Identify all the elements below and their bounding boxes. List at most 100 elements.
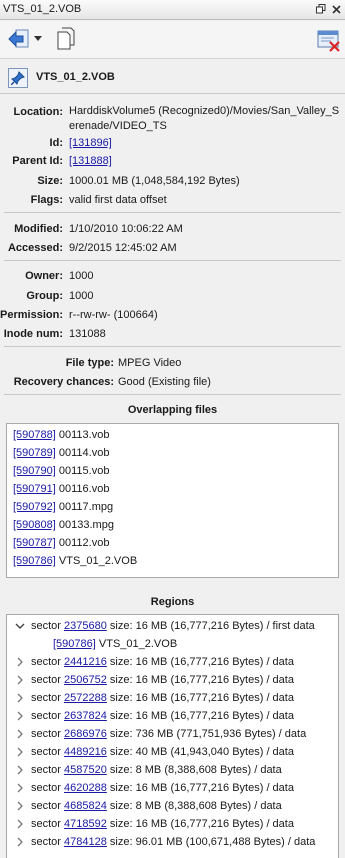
chevron-right-icon[interactable] [15,747,25,757]
overlapping-files-title: Overlapping files [127,404,218,416]
list-item: [590792] 00117.mpg [13,501,113,519]
tree-row[interactable]: sector 2506752 size: 16 MB (16,777,216 B… [7,672,338,690]
id-link[interactable]: [131896] [69,137,112,149]
location-label: Location: [13,106,64,118]
restore-icon[interactable] [314,2,328,16]
file-id-link[interactable]: [590787] [13,537,56,549]
sector-link[interactable]: 2572288 [64,692,107,704]
file-name: 00117.mpg [58,501,114,513]
filetype-value: MPEG Video [118,357,182,369]
region-desc: size: 16 MB (16,777,216 Bytes) / data [109,674,294,686]
group-row: Group: 1000 [0,288,345,304]
owner-value: 1000 [69,270,94,282]
tree-row[interactable]: sector 4784128 size: 96.01 MB (100,671,4… [7,834,338,852]
sector-link[interactable]: 2441216 [64,656,107,668]
chevron-right-icon[interactable] [15,729,25,739]
tree-row[interactable]: sector 4620288 size: 16 MB (16,777,216 B… [7,780,338,798]
accessed-row: Accessed: 9/2/2015 12:45:02 AM [0,240,345,256]
divider [4,394,341,395]
permission-value: r--rw-rw- (100664) [69,309,158,321]
sector-link[interactable]: 4718592 [64,818,107,830]
sector-word: sector [31,674,61,686]
accessed-value: 9/2/2015 12:45:02 AM [69,242,177,254]
size-value: 1000.01 MB (1,048,584,192 Bytes) [69,175,240,187]
chevron-right-icon[interactable] [15,657,25,667]
list-item: [590808] 00133.mpg [13,519,114,537]
tree-row[interactable]: sector 4718592 size: 16 MB (16,777,216 B… [7,816,338,834]
file-id-link[interactable]: [590786] [53,638,96,650]
inode-label: Inode num: [3,328,63,340]
sector-word: sector [31,692,61,704]
sector-link[interactable]: 4784128 [64,836,107,848]
flags-row: Flags: valid first data offset [0,192,345,208]
chevron-right-icon[interactable] [15,693,25,703]
file-name: 00114.vob [58,447,110,459]
file-id-link[interactable]: [590808] [13,519,56,531]
parent-id-label: Parent Id: [12,155,63,167]
sector-link[interactable]: 2637824 [64,710,107,722]
inode-row: Inode num: 131088 [0,326,345,342]
filetype-row: File type: MPEG Video [0,355,345,371]
sector-link[interactable]: 4685824 [64,800,107,812]
history-dropdown-button[interactable] [33,33,43,45]
close-icon[interactable] [329,2,343,16]
owner-row: Owner: 1000 [0,268,345,284]
file-id-link[interactable]: [590786] [13,555,56,567]
tree-row[interactable]: sector 2441216 size: 16 MB (16,777,216 B… [7,654,338,672]
file-id-link[interactable]: [590791] [13,483,56,495]
tree-row[interactable]: sector 4587520 size: 8 MB (8,388,608 Byt… [7,762,338,780]
modified-value: 1/10/2010 10:06:22 AM [69,223,183,235]
owner-label: Owner: [25,270,63,282]
tree-row[interactable]: sector 2637824 size: 16 MB (16,777,216 B… [7,708,338,726]
chevron-right-icon[interactable] [15,837,25,847]
chevron-down-icon[interactable] [15,621,25,631]
region-desc: size: 16 MB (16,777,216 Bytes) / data [109,782,294,794]
back-button[interactable] [6,26,32,52]
file-name: 00113.vob [58,429,110,441]
sector-link[interactable]: 4587520 [64,764,107,776]
filetype-label: File type: [65,357,114,369]
chevron-right-icon[interactable] [15,675,25,685]
sector-link[interactable]: 4489216 [64,746,107,758]
regions-tree[interactable]: sector 2375680 size: 16 MB (16,777,216 B… [6,614,339,858]
file-id-link[interactable]: [590790] [13,465,56,477]
recovery-label: Recovery chances: [13,376,114,388]
tree-row[interactable]: sector 2686976 size: 736 MB (771,751,936… [7,726,338,744]
group-label: Group: [26,290,63,302]
sector-link[interactable]: 2506752 [64,674,107,686]
sector-link[interactable]: 4620288 [64,782,107,794]
file-name: 00112.vob [58,537,110,549]
chevron-right-icon[interactable] [15,711,25,721]
chevron-right-icon[interactable] [15,819,25,829]
tree-row[interactable]: sector 4489216 size: 40 MB (41,943,040 B… [7,744,338,762]
group-value: 1000 [69,290,94,302]
close-panel-button[interactable] [316,27,342,53]
region-desc: size: 736 MB (771,751,936 Bytes) / data [109,728,307,740]
regions-title: Regions [150,596,195,608]
overlapping-files-list[interactable]: [590788] 00113.vob [590789] 00114.vob [5… [6,423,339,578]
file-id-link[interactable]: [590788] [13,429,56,441]
sector-link[interactable]: 2686976 [64,728,107,740]
tree-row[interactable]: sector 4685824 size: 8 MB (8,388,608 Byt… [7,798,338,816]
file-header: VTS_01_2.VOB [0,60,345,94]
sector-word: sector [31,764,61,776]
parent-id-link[interactable]: [131888] [69,155,112,167]
file-id-link[interactable]: [590789] [13,447,56,459]
sector-word: sector [31,800,61,812]
chevron-right-icon[interactable] [15,765,25,775]
sector-link[interactable]: 2375680 [64,620,107,632]
tree-row[interactable]: sector 2375680 size: 16 MB (16,777,216 B… [7,618,338,636]
file-id-link[interactable]: [590792] [13,501,56,513]
copy-button[interactable] [53,26,79,52]
permission-row: Permission: r--rw-rw- (100664) [0,307,345,323]
copy-pages-icon [57,27,75,50]
id-row: Id: [131896] [0,135,345,151]
region-desc: size: 96.01 MB (100,671,488 Bytes) / dat… [109,836,316,848]
sector-word: sector [31,620,61,632]
list-item: [590788] 00113.vob [13,429,109,447]
chevron-right-icon[interactable] [15,783,25,793]
chevron-right-icon[interactable] [15,801,25,811]
tree-row[interactable]: sector 2572288 size: 16 MB (16,777,216 B… [7,690,338,708]
sector-word: sector [31,728,61,740]
flags-value: valid first data offset [69,194,167,206]
